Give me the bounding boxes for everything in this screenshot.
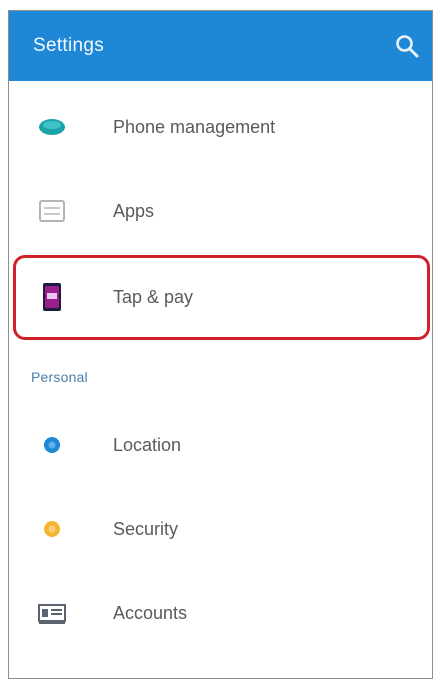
security-icon <box>37 514 67 544</box>
settings-item-label: Security <box>113 518 179 539</box>
app-bar: Settings <box>9 11 432 81</box>
settings-item-security[interactable]: Security <box>9 487 432 571</box>
page-title: Settings <box>33 35 105 56</box>
settings-item-label: Apps <box>113 200 155 221</box>
settings-item-label: Tap & pay <box>113 286 194 307</box>
apps-icon <box>37 196 67 226</box>
phone-management-icon <box>37 112 67 142</box>
settings-item-label: Accounts <box>113 602 188 623</box>
settings-item-label: Phone management <box>113 116 276 137</box>
settings-item-apps[interactable]: Apps <box>9 169 432 253</box>
settings-item-label: Location <box>113 434 182 455</box>
tap-and-pay-icon <box>37 282 67 312</box>
location-icon <box>37 430 67 460</box>
settings-item-phone-management[interactable]: Phone management <box>9 85 432 169</box>
settings-item-accounts[interactable]: Accounts <box>9 571 432 655</box>
settings-item-tap-and-pay[interactable]: Tap & pay <box>9 255 432 339</box>
search-icon[interactable] <box>394 33 420 59</box>
settings-screen: Settings Phone management Apps Tap & pay… <box>8 10 433 679</box>
settings-item-location[interactable]: Location <box>9 403 432 487</box>
accounts-icon <box>37 598 67 628</box>
section-header-personal: Personal <box>31 369 88 385</box>
